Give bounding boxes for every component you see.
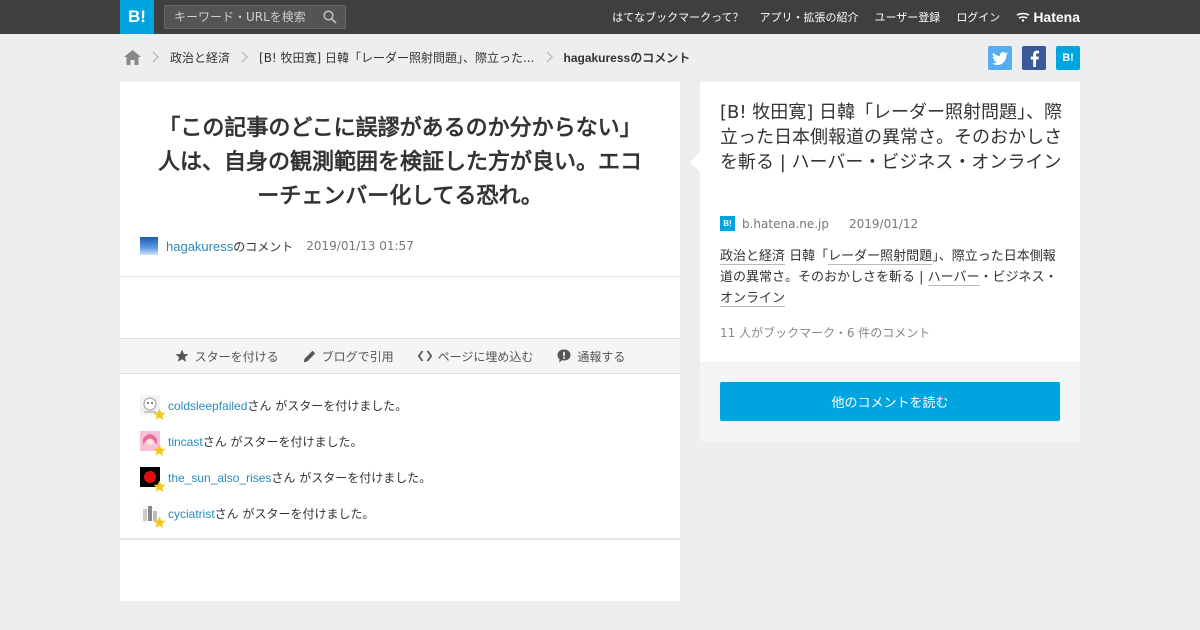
favicon-text: B! xyxy=(723,219,732,228)
share-buttons: B! xyxy=(978,46,1080,70)
report-label: 通報する xyxy=(577,349,626,364)
top-nav: はてなブックマークって？ アプリ・拡張の紹介 ユーザー登録 ログイン Haten… xyxy=(596,0,1080,34)
article-title-link[interactable]: [B! 牧田寛] 日韓「レーダー照射問題」、際立った日本側報道の異常さ。そのおか… xyxy=(720,100,1065,175)
brand-text: Hatena xyxy=(1033,9,1080,25)
hatena-bookmark-logo[interactable]: B! xyxy=(120,0,154,34)
article-meta: B! b.hatena.ne.jp 2019/01/12 xyxy=(720,216,918,231)
twitter-icon xyxy=(992,51,1008,65)
embed-label: ページに埋め込む xyxy=(437,349,534,364)
embed-button[interactable]: ページに埋め込む xyxy=(417,348,534,365)
star-icon xyxy=(175,349,189,362)
star-text: さん がスターを付けました。 xyxy=(271,471,432,485)
star-user-link[interactable]: the_sun_also_rises xyxy=(168,471,271,485)
avatar[interactable] xyxy=(140,237,158,255)
comment-user-link[interactable]: hagakuress xyxy=(166,239,233,254)
comment-timestamp: 2019/01/13 01:57 xyxy=(306,239,414,253)
keyword-link[interactable]: レーダー照射問題 xyxy=(828,249,933,265)
breadcrumb-current: hagakuressのコメント xyxy=(563,50,691,65)
hatena-bookmark-share-button[interactable]: B! xyxy=(1056,46,1080,70)
comment-byline: hagakuress のコメント 2019/01/13 01:57 xyxy=(140,237,414,255)
star-line: tincastさん がスターを付けました。 xyxy=(168,433,363,450)
add-star-button[interactable]: スターを付ける xyxy=(175,348,279,365)
pencil-icon xyxy=(303,350,315,362)
list-item: tincastさん がスターを付けました。 xyxy=(140,430,431,466)
star-user-link[interactable]: coldsleepfailed xyxy=(168,399,247,413)
blog-quote-button[interactable]: ブログで引用 xyxy=(303,348,394,365)
facebook-share-button[interactable] xyxy=(1022,46,1046,70)
facebook-icon xyxy=(1030,50,1039,67)
star-user-link[interactable]: tincast xyxy=(168,435,203,449)
star-line: the_sun_also_risesさん がスターを付けました。 xyxy=(168,469,431,486)
breadcrumb-entry[interactable]: [B! 牧田寛] 日韓「レーダー照射問題」、際立った... xyxy=(259,49,534,66)
article-domain-link[interactable]: b.hatena.ne.jp xyxy=(742,217,829,231)
read-other-comments-button[interactable]: 他のコメントを読む xyxy=(720,382,1060,421)
read-more-area: 他のコメントを読む xyxy=(700,362,1080,441)
keyword-link[interactable]: 政治と経済 xyxy=(720,249,786,265)
add-star-label: スターを付ける xyxy=(194,349,279,364)
site-favicon: B! xyxy=(720,216,735,231)
breadcrumb: 政治と経済 [B! 牧田寛] 日韓「レーダー照射問題」、際立った... haga… xyxy=(124,46,690,68)
twitter-share-button[interactable] xyxy=(988,46,1012,70)
hatena-logo-icon xyxy=(1016,12,1030,22)
star-list: coldsleepfailedさん がスターを付けました。 tincastさん … xyxy=(140,394,431,538)
chevron-right-icon xyxy=(546,51,553,63)
avatar[interactable] xyxy=(140,395,166,420)
top-bar: B! はてなブックマークって？ アプリ・拡張の紹介 ユーザー登録 ログイン Ha… xyxy=(0,0,1200,34)
star-line: cyciatristさん がスターを付けました。 xyxy=(168,505,375,522)
search-icon[interactable] xyxy=(323,10,337,24)
article-keywords: 政治と経済 日韓「レーダー照射問題」、際立った日本側報道の異常さ。そのおかしさを… xyxy=(720,246,1065,309)
avatar[interactable] xyxy=(140,503,166,528)
comment-panel: 「この記事のどこに誤謬があるのか分からない」人は、自身の観測範囲を検証した方が良… xyxy=(120,82,680,601)
comment-suffix: のコメント xyxy=(233,239,294,254)
keyword-text: 日韓「 xyxy=(789,249,829,264)
comment-text: 「この記事のどこに誤謬があるのか分からない」人は、自身の観測範囲を検証した方が良… xyxy=(157,116,642,209)
nav-about[interactable]: はてなブックマークって？ xyxy=(612,9,743,25)
bookmark-counts[interactable]: 11 人がブックマーク・6 件のコメント xyxy=(720,324,930,341)
search-input[interactable] xyxy=(165,6,315,28)
nav-login[interactable]: ログイン xyxy=(956,9,1000,25)
star-icon xyxy=(153,516,166,528)
hatena-bookmark-icon: B! xyxy=(1062,52,1074,64)
list-item: the_sun_also_risesさん がスターを付けました。 xyxy=(140,466,431,502)
chevron-right-icon xyxy=(152,51,159,63)
home-icon[interactable] xyxy=(124,49,141,65)
star-text: さん がスターを付けました。 xyxy=(202,435,363,449)
star-line: coldsleepfailedさん がスターを付けました。 xyxy=(168,397,407,414)
star-text: さん がスターを付けました。 xyxy=(247,399,408,413)
list-item: coldsleepfailedさん がスターを付けました。 xyxy=(140,394,431,430)
breadcrumb-category[interactable]: 政治と経済 xyxy=(170,49,230,66)
article-date: 2019/01/12 xyxy=(849,216,919,231)
search-box[interactable] xyxy=(164,5,346,29)
report-icon xyxy=(557,349,571,363)
keyword-text: ・ビジネス・ xyxy=(979,270,1058,285)
action-bar: スターを付ける ブログで引用 ページに埋め込む 通報する xyxy=(120,338,680,374)
hatena-brand[interactable]: Hatena xyxy=(1016,9,1080,25)
nav-apps[interactable]: アプリ・拡張の紹介 xyxy=(760,9,859,25)
star-text: さん がスターを付けました。 xyxy=(214,507,375,521)
avatar[interactable] xyxy=(140,467,166,492)
card-pointer xyxy=(690,152,700,172)
keyword-link[interactable]: ハーバー xyxy=(927,270,980,286)
report-button[interactable]: 通報する xyxy=(557,348,625,365)
keyword-link[interactable]: オンライン xyxy=(720,291,786,307)
star-icon xyxy=(153,480,166,492)
star-icon xyxy=(153,444,166,456)
avatar[interactable] xyxy=(140,431,166,456)
code-icon xyxy=(417,350,432,362)
nav-register[interactable]: ユーザー登録 xyxy=(875,9,941,25)
blog-quote-label: ブログで引用 xyxy=(321,349,394,364)
star-user-link[interactable]: cyciatrist xyxy=(168,507,215,521)
article-card: [B! 牧田寛] 日韓「レーダー照射問題」、際立った日本側報道の異常さ。そのおか… xyxy=(690,82,1080,362)
divider xyxy=(120,538,680,540)
chevron-right-icon xyxy=(241,51,249,63)
logo-text: B! xyxy=(128,7,146,26)
divider xyxy=(120,276,680,277)
list-item: cyciatristさん がスターを付けました。 xyxy=(140,502,431,538)
star-icon xyxy=(153,408,166,420)
